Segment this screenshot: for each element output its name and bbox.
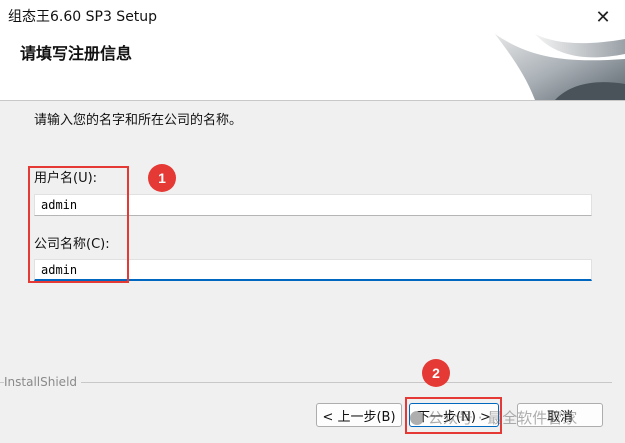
window-title: 组态王6.60 SP3 Setup: [8, 9, 158, 25]
installshield-brand: InstallShield: [4, 375, 82, 389]
footer-divider: [0, 382, 612, 383]
header-banner: 请填写注册信息: [0, 34, 625, 101]
annotation-badge-1: 1: [148, 164, 176, 192]
close-icon[interactable]: ✕: [581, 0, 625, 34]
cancel-button[interactable]: 取消: [517, 403, 603, 427]
title-bar: 组态王6.60 SP3 Setup ✕: [0, 0, 625, 34]
instruction-text: 请输入您的名字和所在公司的名称。: [34, 113, 243, 128]
setup-window: 组态王6.60 SP3 Setup ✕ 请填写注册信息 请输入您的名字和所在公司…: [0, 0, 625, 443]
installshield-swoosh-graphic: [495, 34, 625, 100]
next-button[interactable]: 下一步(N) >: [409, 403, 499, 427]
back-button[interactable]: < 上一步(B): [316, 403, 402, 427]
user-name-input[interactable]: [34, 194, 592, 216]
company-name-label: 公司名称(C):: [34, 237, 110, 252]
company-name-input[interactable]: [34, 259, 592, 281]
page-title: 请填写注册信息: [20, 44, 133, 63]
main-content: 请输入您的名字和所在公司的名称。 用户名(U): 公司名称(C):: [0, 101, 625, 376]
user-name-label: 用户名(U):: [34, 171, 98, 186]
annotation-badge-2: 2: [422, 359, 450, 387]
